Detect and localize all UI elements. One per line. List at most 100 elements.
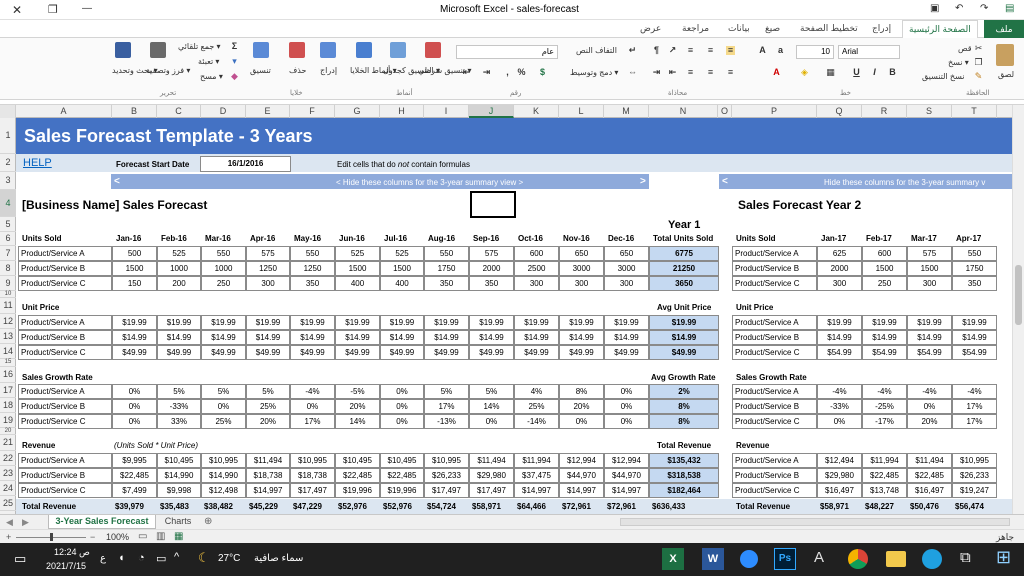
units-cell[interactable]: 400: [380, 276, 424, 291]
language-indicator[interactable]: ع: [100, 553, 106, 564]
column-header-F[interactable]: F: [290, 105, 335, 118]
row-header-13[interactable]: 13: [0, 329, 16, 344]
vertical-scrollbar[interactable]: [1012, 105, 1024, 514]
revenue-cell[interactable]: $135,432: [649, 453, 719, 468]
insert-cells-button[interactable]: إدراج: [320, 66, 337, 75]
price-cell[interactable]: $14.99: [290, 330, 335, 345]
column-header-K[interactable]: K: [514, 105, 559, 118]
price-cell[interactable]: $49.99: [604, 345, 649, 360]
price-cell[interactable]: $19.99: [290, 315, 335, 330]
price-cell[interactable]: $14.99: [559, 330, 604, 345]
price-cell-y2[interactable]: $54.99: [907, 345, 952, 360]
revenue-cell[interactable]: $7,499: [112, 483, 157, 498]
revenue-cell[interactable]: $19,996: [380, 483, 424, 498]
units-product-label-y2[interactable]: Product/Service C: [732, 276, 817, 291]
revenue-cell[interactable]: $18,738: [246, 468, 290, 483]
column-header-C[interactable]: C: [157, 105, 201, 118]
row-header-9[interactable]: 9: [0, 276, 16, 291]
shrink-font-icon[interactable]: a: [776, 46, 785, 55]
price-cell-y2[interactable]: $14.99: [952, 330, 997, 345]
revenue-cell[interactable]: $44,970: [559, 468, 604, 483]
revenue-cell[interactable]: $26,233: [424, 468, 469, 483]
units-cell-y2[interactable]: 550: [952, 246, 997, 261]
price-cell[interactable]: $49.99: [157, 345, 201, 360]
growth-cell[interactable]: 8%: [559, 384, 604, 399]
revenue-product-label-y2[interactable]: Product/Service A: [732, 453, 817, 468]
orientation-icon[interactable]: ↗: [668, 46, 677, 55]
row-header-2[interactable]: 2: [0, 154, 16, 172]
units-cell[interactable]: 2000: [469, 261, 514, 276]
tab-3-year-sales-forecast[interactable]: 3-Year Sales Forecast: [48, 515, 156, 529]
italic-icon[interactable]: I: [870, 68, 879, 77]
revenue-cell[interactable]: $37,475: [514, 468, 559, 483]
column-header-Q[interactable]: Q: [817, 105, 862, 118]
units-cell-y2[interactable]: 300: [907, 276, 952, 291]
price-cell[interactable]: $14.99: [157, 330, 201, 345]
units-cell[interactable]: 2500: [514, 261, 559, 276]
sheet-prev-icon[interactable]: ◀: [6, 517, 13, 528]
units-cell[interactable]: 300: [246, 276, 290, 291]
tray-expand-icon[interactable]: ^: [174, 551, 179, 563]
total-revenue-cell[interactable]: $39,979: [115, 502, 144, 511]
units-cell[interactable]: 300: [559, 276, 604, 291]
acrobat-taskbar-icon[interactable]: A: [814, 549, 824, 566]
file-explorer-taskbar-icon[interactable]: [886, 551, 906, 567]
column-header-T[interactable]: T: [952, 105, 997, 118]
excel-taskbar-icon[interactable]: X: [662, 548, 684, 570]
total-revenue-cell[interactable]: $52,976: [338, 502, 367, 511]
growth-cell[interactable]: 0%: [112, 399, 157, 414]
units-cell[interactable]: 3000: [604, 261, 649, 276]
units-cell[interactable]: 200: [157, 276, 201, 291]
price-cell[interactable]: $14.99: [335, 330, 380, 345]
total-revenue-cell-y2[interactable]: $48,227: [865, 502, 894, 511]
revenue-cell-y2[interactable]: $22,485: [862, 468, 907, 483]
growth-cell[interactable]: 5%: [157, 384, 201, 399]
column-header-S[interactable]: S: [907, 105, 952, 118]
growth-cell-y2[interactable]: -25%: [862, 399, 907, 414]
units-product-label-y2[interactable]: Product/Service A: [732, 246, 817, 261]
wifi-icon[interactable]: ◔: [138, 552, 145, 564]
units-cell[interactable]: 550: [424, 246, 469, 261]
increase-decimal-icon[interactable]: ⇥: [482, 68, 491, 77]
price-cell[interactable]: $49.99: [649, 345, 719, 360]
row-header-23[interactable]: 23: [0, 466, 16, 481]
units-cell[interactable]: 21250: [649, 261, 719, 276]
units-cell[interactable]: 500: [112, 246, 157, 261]
revenue-cell[interactable]: $12,498: [201, 483, 246, 498]
sort-filter-icon[interactable]: [150, 42, 166, 58]
revenue-cell[interactable]: $11,494: [246, 453, 290, 468]
row-header-16[interactable]: 16: [0, 367, 16, 383]
revenue-cell[interactable]: $17,497: [469, 483, 514, 498]
revenue-cell[interactable]: $14,997: [604, 483, 649, 498]
price-product-label-y2[interactable]: Product/Service C: [732, 345, 817, 360]
tab-review[interactable]: مراجعة: [682, 23, 709, 34]
price-cell[interactable]: $19.99: [112, 315, 157, 330]
growth-product-label-y2[interactable]: Product/Service A: [732, 384, 817, 399]
price-cell[interactable]: $49.99: [380, 345, 424, 360]
price-cell-y2[interactable]: $54.99: [862, 345, 907, 360]
units-cell[interactable]: 1750: [424, 261, 469, 276]
growth-cell[interactable]: 0%: [290, 399, 335, 414]
units-cell-y2[interactable]: 250: [862, 276, 907, 291]
font-size-select[interactable]: 10: [796, 45, 834, 59]
growth-cell-y2[interactable]: -4%: [952, 384, 997, 399]
row-header-8[interactable]: 8: [0, 261, 16, 276]
conditional-format-icon[interactable]: [425, 42, 441, 58]
revenue-cell-y2[interactable]: $13,748: [862, 483, 907, 498]
growth-cell-y2[interactable]: 0%: [907, 399, 952, 414]
growth-cell-y2[interactable]: -33%: [817, 399, 862, 414]
price-cell-y2[interactable]: $14.99: [862, 330, 907, 345]
revenue-cell[interactable]: $10,995: [290, 453, 335, 468]
format-icon[interactable]: [253, 42, 269, 58]
row-header-21[interactable]: 21: [0, 435, 16, 451]
units-cell[interactable]: 550: [290, 246, 335, 261]
growth-cell-y2[interactable]: 20%: [907, 414, 952, 429]
revenue-cell[interactable]: $9,998: [157, 483, 201, 498]
growth-cell-y2[interactable]: 17%: [952, 414, 997, 429]
row-header-7[interactable]: 7: [0, 246, 16, 261]
font-color-icon[interactable]: A: [772, 68, 781, 77]
revenue-cell-y2[interactable]: $16,497: [817, 483, 862, 498]
growth-cell[interactable]: 5%: [424, 384, 469, 399]
growth-cell[interactable]: -4%: [290, 384, 335, 399]
growth-cell[interactable]: 5%: [246, 384, 290, 399]
